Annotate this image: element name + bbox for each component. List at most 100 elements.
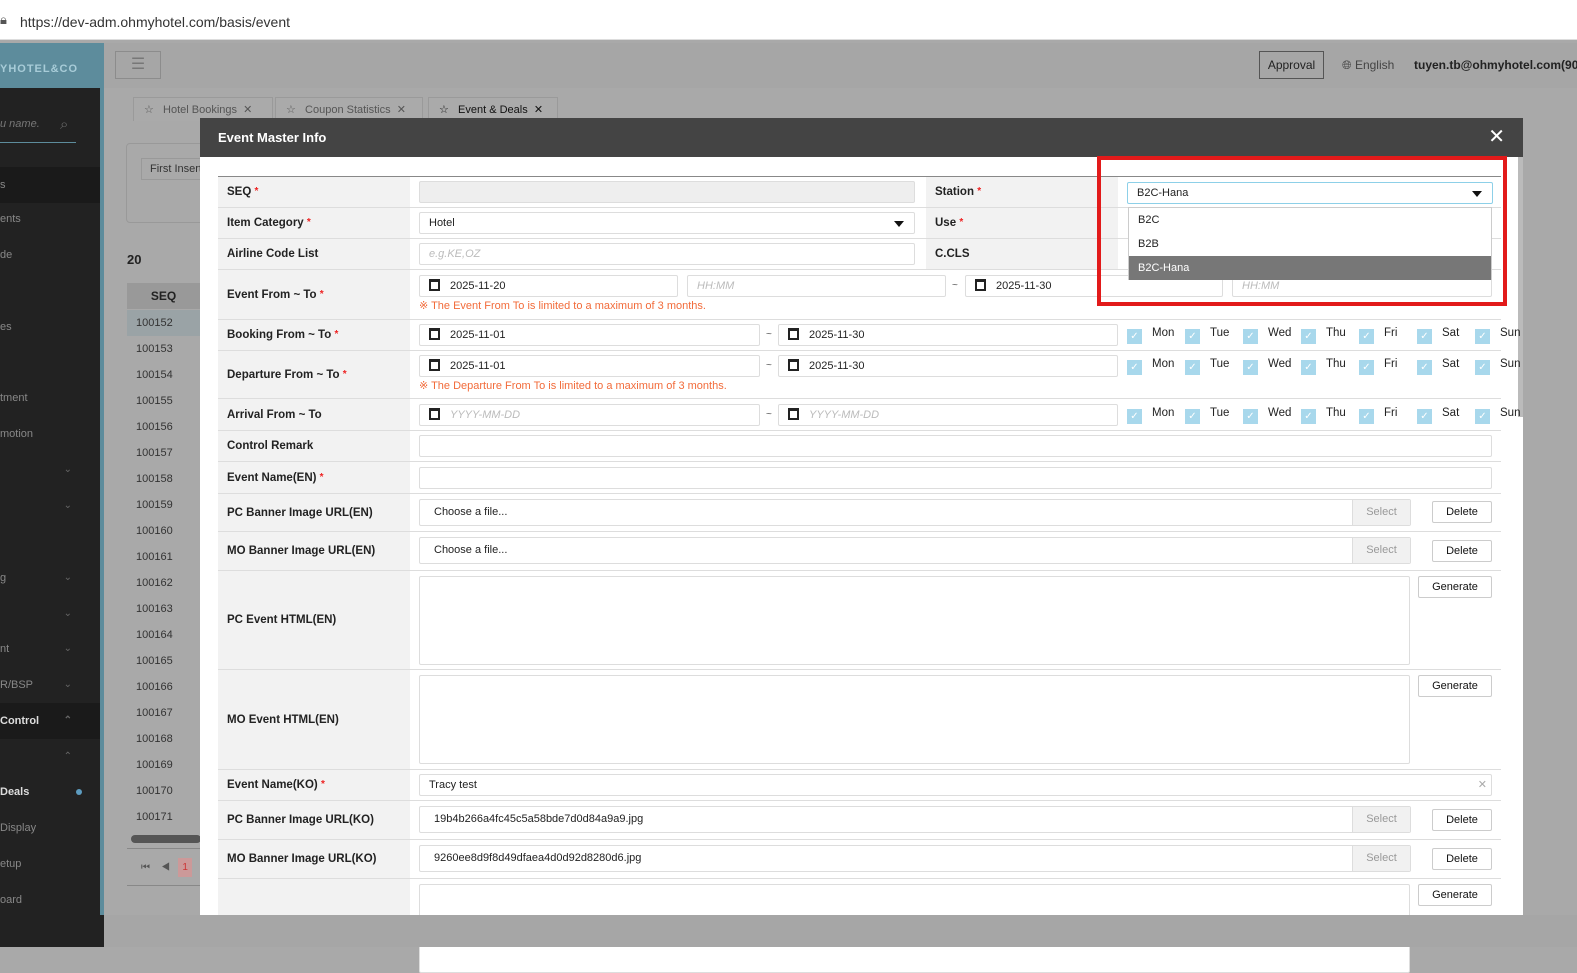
generate-button[interactable]: Generate — [1418, 675, 1492, 697]
table-row[interactable]: 100154 — [127, 362, 200, 388]
arrival-to-date[interactable]: YYYY-MM-DD — [778, 404, 1118, 426]
booking-from-date[interactable]: 2025-11-01 — [419, 324, 760, 346]
sidebar-item[interactable]: nt ⌄ — [0, 631, 100, 667]
select-button[interactable]: Select — [1352, 538, 1410, 563]
sidebar-item[interactable]: R/BSP ⌄ — [0, 667, 100, 703]
day-checkbox-mon[interactable]: ✓ Mon — [1127, 358, 1180, 375]
day-checkbox-thu[interactable]: ✓ Thu — [1301, 407, 1354, 424]
table-row[interactable]: 100168 — [127, 726, 200, 752]
checkbox-icon[interactable]: ✓ — [1127, 409, 1142, 424]
mo-html-en-textarea[interactable] — [419, 675, 1410, 764]
generate-button[interactable]: Generate — [1418, 576, 1492, 598]
delete-button[interactable]: Delete — [1432, 809, 1492, 831]
day-checkbox-fri[interactable]: ✓ Fri — [1359, 407, 1412, 424]
pc-banner-ko-file[interactable]: 19b4b266a4fc45c5a58bde7d0d84a9a9.jpg Sele… — [419, 806, 1411, 833]
day-checkbox-sat[interactable]: ✓ Sat — [1417, 358, 1470, 375]
table-row[interactable]: 100156 — [127, 414, 200, 440]
sidebar-item[interactable]: es — [0, 309, 100, 345]
day-checkbox-fri[interactable]: ✓ Fri — [1359, 358, 1412, 375]
close-icon[interactable]: ✕ — [1488, 118, 1505, 157]
checkbox-icon[interactable]: ✓ — [1417, 360, 1432, 375]
sidebar-item[interactable]: Display — [0, 810, 100, 846]
browser-address-bar[interactable]: 🔒︎ https://dev-adm.ohmyhotel.com/basis/e… — [0, 0, 1577, 40]
table-row[interactable]: 100153 — [127, 336, 200, 362]
checkbox-icon[interactable]: ✓ — [1243, 360, 1258, 375]
checkbox-icon[interactable]: ✓ — [1127, 329, 1142, 344]
checkbox-icon[interactable]: ✓ — [1127, 360, 1142, 375]
day-checkbox-thu[interactable]: ✓ Thu — [1301, 327, 1354, 344]
item-category-select[interactable]: Hotel — [419, 212, 915, 234]
table-row[interactable]: 100159 — [127, 492, 200, 518]
table-row[interactable]: 100158 — [127, 466, 200, 492]
horizontal-scrollbar[interactable] — [131, 835, 201, 843]
checkbox-icon[interactable]: ✓ — [1243, 409, 1258, 424]
departure-to-date[interactable]: 2025-11-30 — [778, 355, 1118, 377]
select-button[interactable]: Select — [1352, 807, 1410, 832]
table-row[interactable]: 100167 — [127, 700, 200, 726]
day-checkbox-tue[interactable]: ✓ Tue — [1185, 358, 1238, 375]
menu-search-input[interactable]: u name. — [0, 118, 40, 130]
table-row[interactable]: 100160 — [127, 518, 200, 544]
sidebar-item[interactable]: de — [0, 237, 100, 273]
language-selector[interactable]: 🌐︎ English — [1342, 58, 1394, 73]
day-checkbox-tue[interactable]: ✓ Tue — [1185, 327, 1238, 344]
event-from-time[interactable]: HH:MM — [687, 275, 946, 297]
mo-banner-ko-file[interactable]: 9260ee8d9f8d49dfaea4d0d92d8280d6.jpg Sele… — [419, 845, 1411, 872]
page-1[interactable]: 1 — [178, 858, 192, 877]
event-name-ko-input[interactable]: Tracy test ✕ — [419, 774, 1492, 796]
table-row[interactable]: 100171 — [127, 804, 200, 830]
day-checkbox-sun[interactable]: ✓ Sun — [1475, 407, 1520, 424]
sidebar-item[interactable]: tment — [0, 380, 100, 416]
mo-banner-en-file[interactable]: Choose a file... Select — [419, 537, 1411, 564]
checkbox-icon[interactable]: ✓ — [1301, 329, 1316, 344]
table-row[interactable]: 100162 — [127, 570, 200, 596]
day-checkbox-sun[interactable]: ✓ Sun — [1475, 327, 1520, 344]
booking-to-date[interactable]: 2025-11-30 — [778, 324, 1118, 346]
checkbox-icon[interactable]: ✓ — [1417, 409, 1432, 424]
sidebar-item[interactable]: oard — [0, 882, 100, 918]
modal-scrollbar[interactable] — [1518, 157, 1523, 417]
checkbox-icon[interactable]: ✓ — [1359, 329, 1374, 344]
delete-button[interactable]: Delete — [1432, 848, 1492, 870]
checkbox-icon[interactable]: ✓ — [1185, 360, 1200, 375]
approval-button[interactable]: Approval — [1259, 51, 1324, 79]
airline-code-input[interactable]: e.g.KE,OZ — [419, 243, 915, 265]
checkbox-icon[interactable]: ✓ — [1301, 409, 1316, 424]
day-checkbox-thu[interactable]: ✓ Thu — [1301, 358, 1354, 375]
table-row[interactable]: 100163 — [127, 596, 200, 622]
pagination[interactable]: ⏮ ◀ 1 — [127, 848, 200, 886]
checkbox-icon[interactable]: ✓ — [1475, 360, 1490, 375]
delete-button[interactable]: Delete — [1432, 501, 1492, 523]
day-checkbox-fri[interactable]: ✓ Fri — [1359, 327, 1412, 344]
event-name-en-input[interactable] — [419, 467, 1492, 489]
logo[interactable]: YHOTEL&CO — [0, 43, 100, 88]
generate-button[interactable]: Generate — [1418, 884, 1492, 906]
checkbox-icon[interactable]: ✓ — [1417, 329, 1432, 344]
day-checkbox-wed[interactable]: ✓ Wed — [1243, 358, 1296, 375]
table-row[interactable]: 100170 — [127, 778, 200, 804]
arrival-from-date[interactable]: YYYY-MM-DD — [419, 404, 760, 426]
seq-column-header[interactable]: SEQ — [127, 283, 200, 309]
sidebar-item[interactable]: s — [0, 167, 100, 203]
day-checkbox-sat[interactable]: ✓ Sat — [1417, 327, 1470, 344]
url-text[interactable]: https://dev-adm.ohmyhotel.com/basis/even… — [20, 14, 290, 30]
table-row[interactable]: 100166 — [127, 674, 200, 700]
checkbox-icon[interactable]: ✓ — [1475, 409, 1490, 424]
sidebar-item[interactable]: ⌃ — [0, 739, 100, 775]
table-row[interactable]: 100165 — [127, 648, 200, 674]
pc-html-en-textarea[interactable] — [419, 576, 1410, 665]
checkbox-icon[interactable]: ✓ — [1185, 329, 1200, 344]
table-row[interactable]: 100152 — [127, 310, 200, 336]
sidebar-item[interactable]: etup — [0, 846, 100, 882]
day-checkbox-wed[interactable]: ✓ Wed — [1243, 327, 1296, 344]
day-checkbox-sat[interactable]: ✓ Sat — [1417, 407, 1470, 424]
day-checkbox-mon[interactable]: ✓ Mon — [1127, 407, 1180, 424]
select-button[interactable]: Select — [1352, 500, 1410, 525]
menu-toggle-button[interactable]: ☰ — [115, 51, 161, 79]
day-checkbox-tue[interactable]: ✓ Tue — [1185, 407, 1238, 424]
sidebar-item[interactable]: ⌄ — [0, 596, 100, 632]
checkbox-icon[interactable]: ✓ — [1359, 409, 1374, 424]
checkbox-icon[interactable]: ✓ — [1359, 360, 1374, 375]
day-checkbox-wed[interactable]: ✓ Wed — [1243, 407, 1296, 424]
day-checkbox-mon[interactable]: ✓ Mon — [1127, 327, 1180, 344]
